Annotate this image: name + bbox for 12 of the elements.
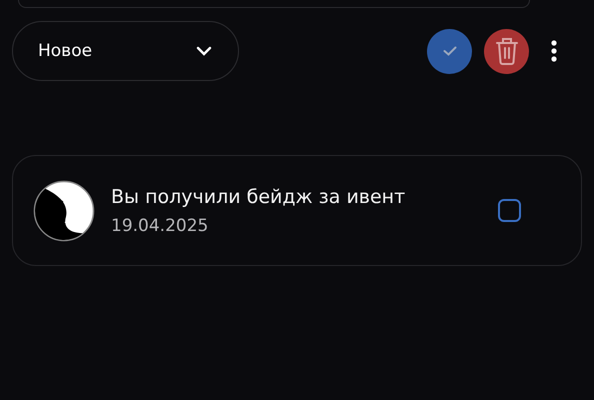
avatar-icon: [33, 180, 95, 242]
confirm-button[interactable]: [427, 28, 472, 74]
filter-dropdown[interactable]: Новое: [12, 21, 239, 81]
more-icon[interactable]: [551, 40, 557, 62]
trash-icon: [494, 37, 518, 65]
notification-date: 19.04.2025: [111, 216, 210, 236]
notification-title: Вы получили бейдж за ивент: [111, 186, 406, 208]
chevron-down-icon: [196, 46, 212, 56]
checkbox[interactable]: [498, 199, 521, 222]
delete-button[interactable]: [484, 28, 529, 74]
notification-card[interactable]: Вы получили бейдж за ивент 19.04.2025: [12, 155, 582, 266]
check-icon: [442, 46, 456, 56]
